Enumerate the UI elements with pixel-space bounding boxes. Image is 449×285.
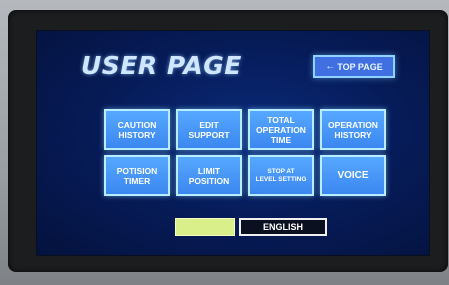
edit-support-button[interactable]: EDIT SUPPORT: [176, 109, 242, 150]
language-selector: ENGLISH: [175, 218, 327, 236]
limit-position-button[interactable]: LIMIT POSITION: [176, 155, 242, 196]
total-operation-time-button[interactable]: TOTAL OPERATION TIME: [248, 109, 314, 150]
top-page-button[interactable]: ← TOP PAGE: [313, 55, 395, 78]
operation-history-button[interactable]: OPERATION HISTORY: [320, 109, 386, 150]
stop-at-level-setting-button[interactable]: STOP AT LEVEL SETTING: [248, 155, 314, 196]
position-timer-button[interactable]: POTISION TIMER: [104, 155, 170, 196]
japanese-language-button[interactable]: [175, 218, 235, 236]
left-arrow-icon: ←: [325, 61, 336, 72]
touch-screen: USER PAGE ← TOP PAGE CAUTION HISTORY EDI…: [36, 30, 430, 256]
voice-button[interactable]: VOICE: [320, 155, 386, 196]
top-page-label: TOP PAGE: [337, 61, 383, 72]
menu-grid: CAUTION HISTORY EDIT SUPPORT TOTAL OPERA…: [104, 109, 386, 196]
caution-history-button[interactable]: CAUTION HISTORY: [104, 109, 170, 150]
page-title: USER PAGE: [81, 51, 242, 80]
english-language-button[interactable]: ENGLISH: [239, 218, 327, 236]
